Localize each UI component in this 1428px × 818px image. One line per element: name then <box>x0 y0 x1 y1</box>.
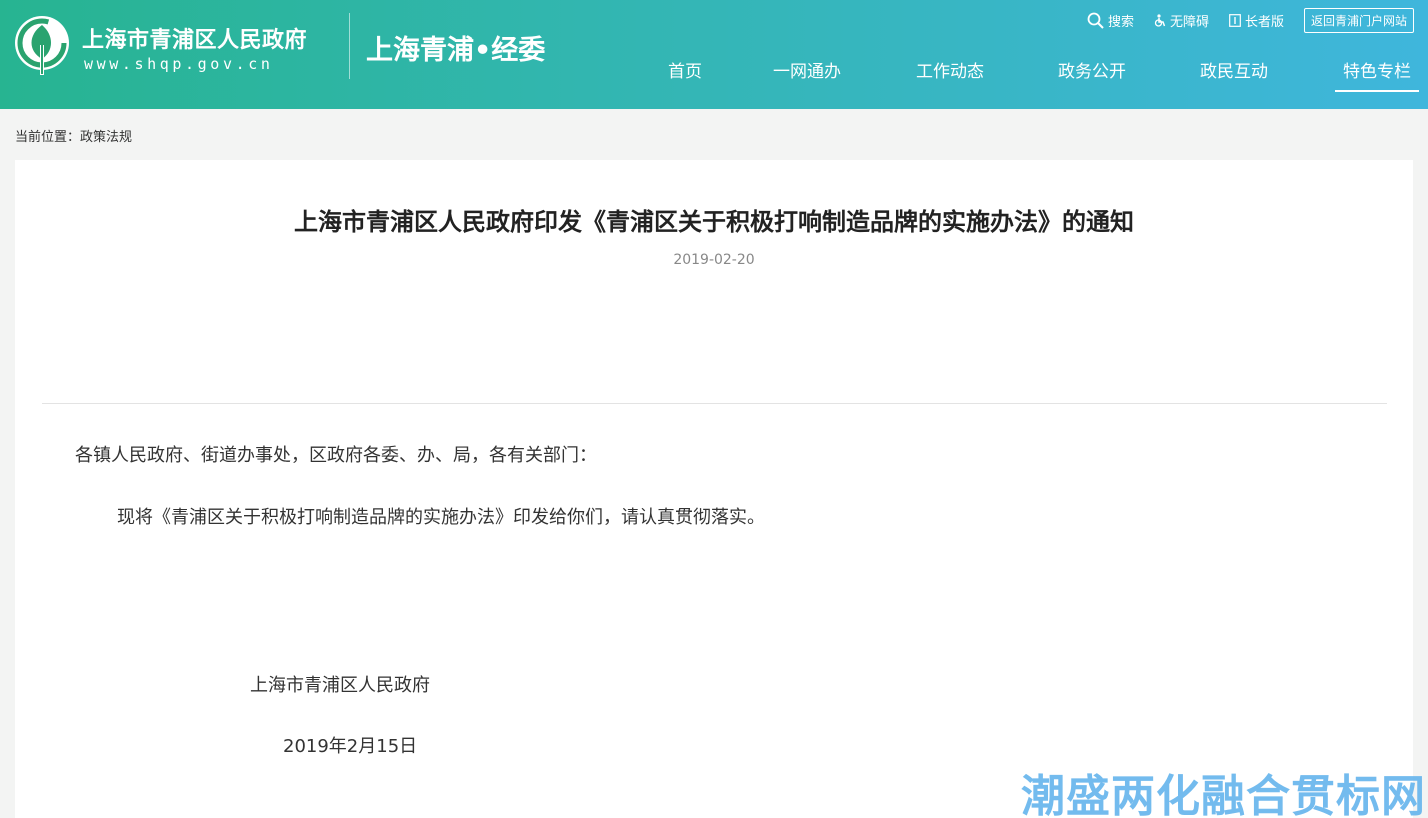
header-tools: 搜索 无障碍 长者版 返回青浦门户网站 <box>1087 7 1414 33</box>
elder-version-link[interactable]: 长者版 <box>1229 11 1284 30</box>
article-signature: 上海市青浦区人民政府 <box>250 675 430 696</box>
nav-item-gov-affairs[interactable]: 政务公开 <box>1058 60 1126 92</box>
accessibility-label: 无障碍 <box>1169 14 1209 30</box>
accessibility-link[interactable]: 无障碍 <box>1154 11 1209 30</box>
watermark: 潮盛两化融合贯标网 <box>1021 771 1426 818</box>
search-label: 搜索 <box>1107 14 1134 30</box>
article-salutation: 各镇人民政府、街道办事处，区政府各委、办、局，各有关部门： <box>75 445 597 466</box>
article-panel: 上海市青浦区人民政府印发《青浦区关于积极打响制造品牌的实施办法》的通知 2019… <box>15 160 1413 818</box>
nav-item-interaction[interactable]: 政民互动 <box>1200 60 1268 92</box>
site-header: 上海市青浦区人民政府 www.shqp.gov.cn 上海青浦•经委 搜索 无障… <box>0 0 1428 109</box>
main-nav: 首页 一网通办 工作动态 政务公开 政民互动 特色专栏 <box>0 60 1428 92</box>
nav-item-one-stop[interactable]: 一网通办 <box>773 60 841 92</box>
wheelchair-icon <box>1154 13 1166 27</box>
article-date: 2019-02-20 <box>673 252 755 268</box>
nav-item-home[interactable]: 首页 <box>668 60 702 92</box>
breadcrumb: 当前位置：政策法规 <box>15 130 133 145</box>
search-link[interactable]: 搜索 <box>1087 11 1134 30</box>
elder-label: 长者版 <box>1244 14 1284 30</box>
nav-item-special-column[interactable]: 特色专栏 <box>1335 60 1419 92</box>
article-divider <box>42 403 1387 404</box>
nav-item-work-news[interactable]: 工作动态 <box>916 60 984 92</box>
article-body: 现将《青浦区关于积极打响制造品牌的实施办法》印发给你们，请认真贯彻落实。 <box>117 507 765 528</box>
return-portal-button[interactable]: 返回青浦门户网站 <box>1303 7 1414 33</box>
search-icon <box>1087 12 1104 29</box>
site-name[interactable]: 上海市青浦区人民政府 <box>82 22 307 54</box>
article-title: 上海市青浦区人民政府印发《青浦区关于积极打响制造品牌的实施办法》的通知 <box>294 208 1134 236</box>
article-signature-date: 2019年2月15日 <box>283 736 418 757</box>
elder-icon <box>1229 13 1241 27</box>
